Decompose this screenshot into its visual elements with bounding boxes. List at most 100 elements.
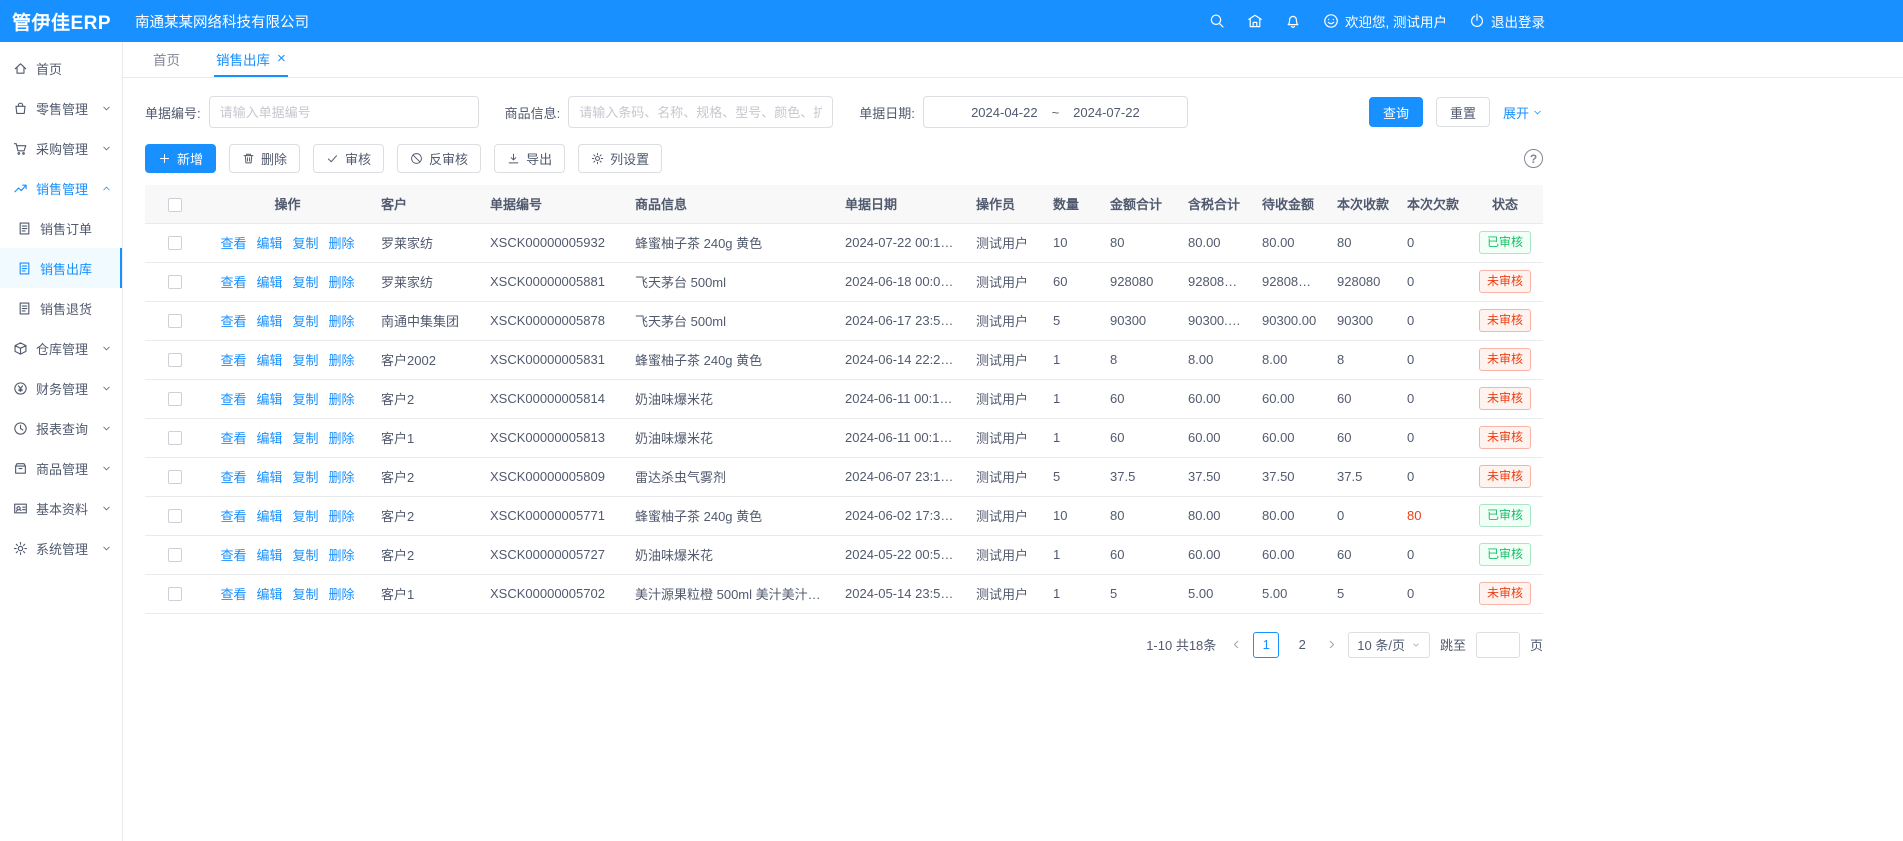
bill-no-input[interactable] (209, 96, 479, 128)
close-icon[interactable]: × (277, 51, 286, 66)
row-action-copy[interactable]: 复制 (293, 392, 319, 407)
jump-page-input[interactable] (1476, 632, 1520, 658)
row-action-view[interactable]: 查看 (220, 236, 246, 251)
row-checkbox[interactable] (168, 275, 182, 289)
reset-button[interactable]: 重置 (1436, 97, 1490, 127)
cell-product: 蜂蜜柚子茶 240g 黄色 (625, 496, 835, 535)
row-action-edit[interactable]: 编辑 (256, 392, 282, 407)
sidebar-item-sales-outbound[interactable]: 销售出库 (0, 248, 122, 288)
check-icon (326, 152, 339, 165)
search-icon[interactable] (1209, 13, 1225, 29)
row-action-delete[interactable]: 删除 (329, 314, 355, 329)
row-action-delete[interactable]: 删除 (329, 236, 355, 251)
filter-bar: 单据编号: 商品信息: 单据日期: 2024-04-22 ~ 2024-07-2… (145, 96, 1543, 128)
columns-button[interactable]: 列设置 (578, 144, 662, 173)
row-checkbox[interactable] (168, 431, 182, 445)
sidebar-item-sales-return[interactable]: 销售退货 (0, 288, 122, 328)
row-action-view[interactable]: 查看 (220, 353, 246, 368)
row-action-edit[interactable]: 编辑 (256, 587, 282, 602)
user-menu[interactable]: 欢迎您, 测试用户 (1323, 11, 1447, 31)
bell-icon[interactable] (1285, 13, 1301, 29)
row-action-view[interactable]: 查看 (220, 587, 246, 602)
row-action-copy[interactable]: 复制 (293, 353, 319, 368)
row-action-copy[interactable]: 复制 (293, 509, 319, 524)
row-action-view[interactable]: 查看 (220, 548, 246, 563)
chevron-left-icon[interactable] (1230, 638, 1243, 651)
sidebar-item-sales-order[interactable]: 销售订单 (0, 208, 122, 248)
row-checkbox[interactable] (168, 548, 182, 562)
row-action-copy[interactable]: 复制 (293, 236, 319, 251)
cell-qty: 5 (1043, 457, 1100, 496)
sidebar-item-home[interactable]: 首页 (0, 48, 122, 88)
logout-button[interactable]: 退出登录 (1469, 11, 1545, 31)
expand-link[interactable]: 展开 (1503, 103, 1543, 122)
cell-tax-total: 5.00 (1178, 574, 1252, 613)
row-action-delete[interactable]: 删除 (329, 275, 355, 290)
cell-qty: 1 (1043, 340, 1100, 379)
sidebar-item-system[interactable]: 系统管理 (0, 528, 122, 568)
unaudit-button[interactable]: 反审核 (397, 144, 481, 173)
row-action-edit[interactable]: 编辑 (256, 509, 282, 524)
cell-tax-total: 37.50 (1178, 457, 1252, 496)
sidebar-item-sales[interactable]: 销售管理 (0, 168, 122, 208)
tab-sales-outbound[interactable]: 销售出库 × (214, 42, 288, 77)
row-checkbox[interactable] (168, 509, 182, 523)
tab-home[interactable]: 首页 (151, 42, 182, 77)
row-action-copy[interactable]: 复制 (293, 275, 319, 290)
page-number-2[interactable]: 2 (1289, 632, 1315, 658)
cell-product: 雷达杀虫气雾剂 (625, 457, 835, 496)
row-action-delete[interactable]: 删除 (329, 509, 355, 524)
row-action-edit[interactable]: 编辑 (256, 275, 282, 290)
row-checkbox[interactable] (168, 587, 182, 601)
export-button[interactable]: 导出 (494, 144, 565, 173)
row-action-copy[interactable]: 复制 (293, 431, 319, 446)
row-checkbox[interactable] (168, 314, 182, 328)
row-action-copy[interactable]: 复制 (293, 548, 319, 563)
row-action-edit[interactable]: 编辑 (256, 353, 282, 368)
delete-button[interactable]: 删除 (229, 144, 300, 173)
row-checkbox[interactable] (168, 392, 182, 406)
sidebar-item-finance[interactable]: 财务管理 (0, 368, 122, 408)
sidebar-item-retail[interactable]: 零售管理 (0, 88, 122, 128)
sidebar-item-purchase[interactable]: 采购管理 (0, 128, 122, 168)
help-icon[interactable]: ? (1524, 149, 1543, 168)
date-range-picker[interactable]: 2024-04-22 ~ 2024-07-22 (923, 96, 1188, 128)
page-size-select[interactable]: 10 条/页 (1348, 632, 1430, 658)
select-all-checkbox[interactable] (168, 198, 182, 212)
sidebar-item-basic[interactable]: 基本资料 (0, 488, 122, 528)
audit-button[interactable]: 审核 (313, 144, 384, 173)
row-action-delete[interactable]: 删除 (329, 470, 355, 485)
row-action-edit[interactable]: 编辑 (256, 548, 282, 563)
row-action-delete[interactable]: 删除 (329, 392, 355, 407)
row-action-edit[interactable]: 编辑 (256, 314, 282, 329)
chevron-right-icon[interactable] (1325, 638, 1338, 651)
row-action-view[interactable]: 查看 (220, 431, 246, 446)
row-action-delete[interactable]: 删除 (329, 353, 355, 368)
row-action-delete[interactable]: 删除 (329, 587, 355, 602)
row-action-edit[interactable]: 编辑 (256, 236, 282, 251)
sidebar-item-report[interactable]: 报表查询 (0, 408, 122, 448)
row-action-view[interactable]: 查看 (220, 392, 246, 407)
product-input[interactable] (568, 96, 833, 128)
row-checkbox[interactable] (168, 353, 182, 367)
search-button[interactable]: 查询 (1369, 97, 1423, 127)
row-action-copy[interactable]: 复制 (293, 314, 319, 329)
row-action-view[interactable]: 查看 (220, 509, 246, 524)
row-action-edit[interactable]: 编辑 (256, 470, 282, 485)
row-action-view[interactable]: 查看 (220, 470, 246, 485)
tab-bar: 首页 销售出库 × (123, 42, 1903, 78)
row-action-view[interactable]: 查看 (220, 314, 246, 329)
sidebar-item-goods[interactable]: 商品管理 (0, 448, 122, 488)
row-checkbox[interactable] (168, 236, 182, 250)
row-checkbox[interactable] (168, 470, 182, 484)
row-action-view[interactable]: 查看 (220, 275, 246, 290)
sidebar-item-warehouse[interactable]: 仓库管理 (0, 328, 122, 368)
row-action-delete[interactable]: 删除 (329, 431, 355, 446)
row-action-edit[interactable]: 编辑 (256, 431, 282, 446)
building-icon[interactable] (1247, 13, 1263, 29)
row-action-delete[interactable]: 删除 (329, 548, 355, 563)
row-action-copy[interactable]: 复制 (293, 587, 319, 602)
page-number-1[interactable]: 1 (1253, 632, 1279, 658)
add-button[interactable]: 新增 (145, 144, 216, 173)
row-action-copy[interactable]: 复制 (293, 470, 319, 485)
